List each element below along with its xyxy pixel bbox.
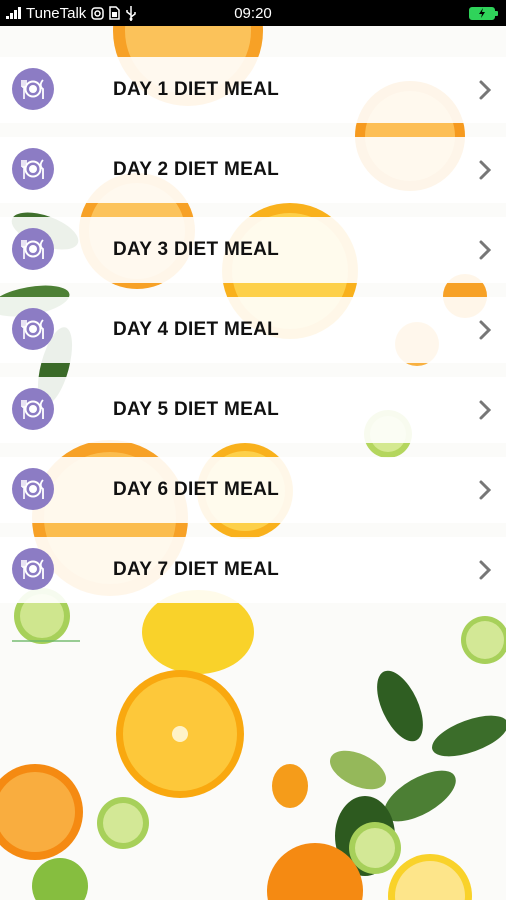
- list-item-label: DAY 7 DIET MEAL: [113, 559, 280, 580]
- list-item-day-5[interactable]: DAY 5 DIET MEAL: [0, 377, 506, 443]
- list-item-day-4[interactable]: DAY 4 DIET MEAL: [0, 297, 506, 363]
- list-item-day-7[interactable]: DAY 7 DIET MEAL: [0, 537, 506, 603]
- battery-charging-icon: [469, 6, 498, 20]
- chevron-right-icon: [479, 80, 492, 100]
- instagram-icon: [91, 6, 105, 20]
- carrier-name: TuneTalk: [26, 4, 87, 22]
- list-item-label: DAY 1 DIET MEAL: [113, 79, 280, 100]
- chevron-right-icon: [479, 400, 492, 420]
- chevron-right-icon: [479, 320, 492, 340]
- plate-cutlery-icon: [12, 308, 54, 350]
- status-left: TuneTalk: [6, 5, 206, 22]
- signal-icon: [6, 7, 21, 19]
- list-item-day-2[interactable]: DAY 2 DIET MEAL: [0, 137, 506, 203]
- usb-icon: [126, 5, 137, 21]
- plate-cutlery-icon: [12, 388, 54, 430]
- list-item-day-6[interactable]: DAY 6 DIET MEAL: [0, 457, 506, 523]
- chevron-right-icon: [479, 560, 492, 580]
- list-item-label: DAY 6 DIET MEAL: [113, 479, 280, 500]
- status-bar: TuneTalk 09:20: [0, 0, 506, 26]
- plate-cutlery-icon: [12, 68, 54, 110]
- plate-cutlery-icon: [12, 228, 54, 270]
- chevron-right-icon: [479, 480, 492, 500]
- list-item-label: DAY 4 DIET MEAL: [113, 319, 280, 340]
- list-item-label: DAY 3 DIET MEAL: [113, 239, 280, 260]
- list-item-day-1[interactable]: DAY 1 DIET MEAL: [0, 57, 506, 123]
- decorative-line: [12, 640, 80, 642]
- list-item-day-3[interactable]: DAY 3 DIET MEAL: [0, 217, 506, 283]
- plate-cutlery-icon: [12, 548, 54, 590]
- sim-icon: [109, 6, 121, 20]
- chevron-right-icon: [479, 240, 492, 260]
- status-right: [469, 6, 500, 20]
- list-item-label: DAY 2 DIET MEAL: [113, 159, 280, 180]
- list-item-label: DAY 5 DIET MEAL: [113, 399, 280, 420]
- plate-cutlery-icon: [12, 148, 54, 190]
- chevron-right-icon: [479, 160, 492, 180]
- plate-cutlery-icon: [12, 468, 54, 510]
